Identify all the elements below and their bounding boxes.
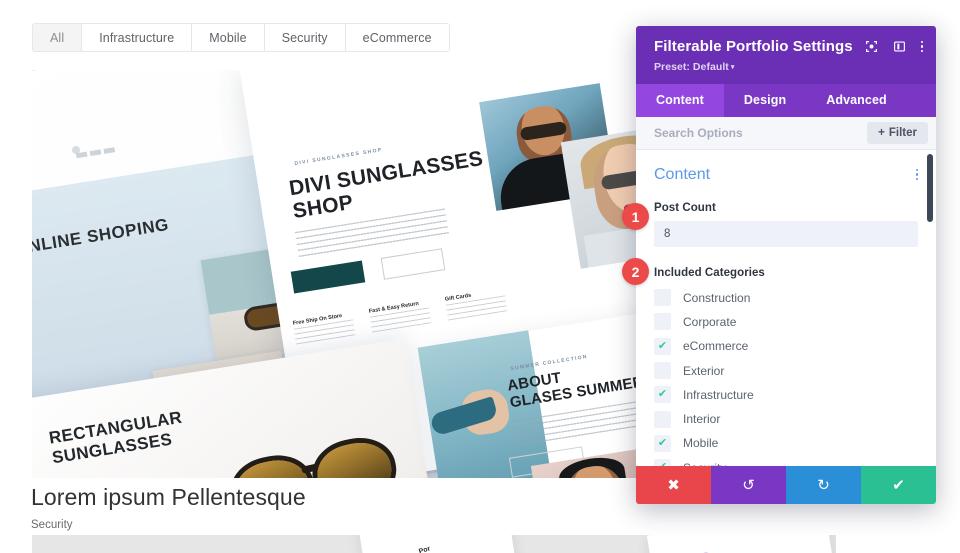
portfolio-filter-bar: All Infrastructure Mobile Security eComm… bbox=[32, 23, 450, 52]
checkbox-mobile[interactable] bbox=[654, 434, 671, 452]
category-row-exterior[interactable]: Exterior bbox=[654, 358, 918, 382]
category-label-infrastructure: Infrastructure bbox=[683, 387, 754, 402]
category-label-interior: Interior bbox=[683, 412, 721, 427]
checkbox-infrastructure[interactable] bbox=[654, 386, 671, 404]
panel-scrollbar[interactable] bbox=[927, 150, 933, 467]
category-row-infrastructure[interactable]: Infrastructure bbox=[654, 383, 918, 407]
panel-scrollbar-thumb[interactable] bbox=[927, 153, 933, 222]
content-section-header: Content bbox=[654, 166, 918, 184]
mockup2-page-b bbox=[646, 535, 836, 553]
panel-tab-bar: Content Design Advanced bbox=[636, 83, 936, 117]
tab-design[interactable]: Design bbox=[724, 84, 806, 117]
panel-body: Content Post Count Included Categories C… bbox=[636, 149, 936, 467]
tab-advanced[interactable]: Advanced bbox=[806, 84, 907, 117]
content-section-title: Content bbox=[654, 165, 711, 183]
tab-content[interactable]: Content bbox=[636, 83, 724, 117]
field-spacer bbox=[654, 247, 918, 267]
included-categories-label: Included Categories bbox=[654, 266, 765, 279]
filterable-portfolio-settings-panel: Filterable Portfolio Settings Preset: De… bbox=[636, 26, 936, 504]
annotation-badge-2: 2 bbox=[622, 258, 649, 285]
mockup2-snippet: Por bbox=[418, 545, 432, 553]
panel-header: Filterable Portfolio Settings Preset: De… bbox=[636, 26, 936, 84]
category-label-construction: Construction bbox=[683, 290, 751, 305]
add-filter-button[interactable]: + Filter bbox=[867, 121, 928, 144]
category-row-ecommerce[interactable]: eCommerce bbox=[654, 334, 918, 358]
included-categories-list: Construction Corporate eCommerce Exterio… bbox=[654, 286, 918, 466]
checkbox-construction[interactable] bbox=[654, 289, 671, 307]
chevron-down-icon: ▾ bbox=[730, 63, 735, 71]
panel-layout-icon[interactable] bbox=[893, 40, 906, 53]
section-more-options-icon[interactable] bbox=[915, 168, 918, 181]
search-row: + Filter bbox=[636, 116, 936, 150]
portfolio-item-title[interactable]: Lorem ipsum Pellentesque bbox=[31, 484, 306, 511]
search-options-input[interactable] bbox=[654, 125, 868, 140]
focus-target-icon[interactable] bbox=[865, 40, 878, 53]
category-label-ecommerce: eCommerce bbox=[683, 339, 749, 354]
checkbox-exterior[interactable] bbox=[654, 362, 671, 380]
panel-preset-selector[interactable]: Preset: Default ▾ bbox=[654, 61, 920, 73]
checkbox-security[interactable] bbox=[654, 459, 671, 466]
portfolio-item-category[interactable]: Security bbox=[31, 519, 73, 531]
filter-tab-ecommerce[interactable]: eCommerce bbox=[345, 24, 449, 51]
filter-tab-all[interactable]: All bbox=[33, 24, 83, 51]
undo-button[interactable]: ↺ bbox=[711, 466, 786, 504]
portfolio-item-2-image[interactable]: Por bbox=[32, 535, 836, 553]
filter-tab-security[interactable]: Security bbox=[264, 24, 346, 51]
redo-button[interactable]: ↻ bbox=[786, 466, 861, 504]
plus-icon: + bbox=[878, 126, 885, 139]
category-label-corporate: Corporate bbox=[683, 314, 737, 329]
checkbox-corporate[interactable] bbox=[654, 313, 671, 331]
filter-tab-infrastructure[interactable]: Infrastructure bbox=[82, 24, 193, 51]
add-filter-label: Filter bbox=[888, 126, 917, 139]
category-label-exterior: Exterior bbox=[683, 363, 725, 378]
panel-footer: ✖ ↺ ↻ ✔ bbox=[636, 466, 936, 504]
panel-header-icons bbox=[865, 40, 923, 53]
annotation-badge-1: 1 bbox=[622, 203, 649, 230]
category-row-security[interactable]: Security bbox=[654, 456, 918, 466]
category-row-corporate[interactable]: Corporate bbox=[654, 310, 918, 334]
post-count-input[interactable] bbox=[654, 220, 918, 247]
save-button[interactable]: ✔ bbox=[861, 466, 936, 504]
panel-preset-label: Preset: Default bbox=[654, 60, 729, 73]
category-label-mobile: Mobile bbox=[683, 436, 719, 451]
checkbox-ecommerce[interactable] bbox=[654, 337, 671, 355]
checkbox-interior[interactable] bbox=[654, 410, 671, 428]
category-row-interior[interactable]: Interior bbox=[654, 407, 918, 431]
category-label-security: Security bbox=[683, 461, 726, 466]
mockup2-page-a: Por bbox=[357, 535, 517, 553]
close-button[interactable]: ✖ bbox=[636, 466, 711, 504]
filter-tab-mobile[interactable]: Mobile bbox=[192, 24, 265, 51]
category-row-construction[interactable]: Construction bbox=[654, 286, 918, 310]
more-options-icon[interactable] bbox=[920, 40, 923, 53]
screen-root: All Infrastructure Mobile Security eComm… bbox=[0, 0, 960, 553]
category-row-mobile[interactable]: Mobile bbox=[654, 431, 918, 455]
post-count-label: Post Count bbox=[654, 201, 716, 214]
